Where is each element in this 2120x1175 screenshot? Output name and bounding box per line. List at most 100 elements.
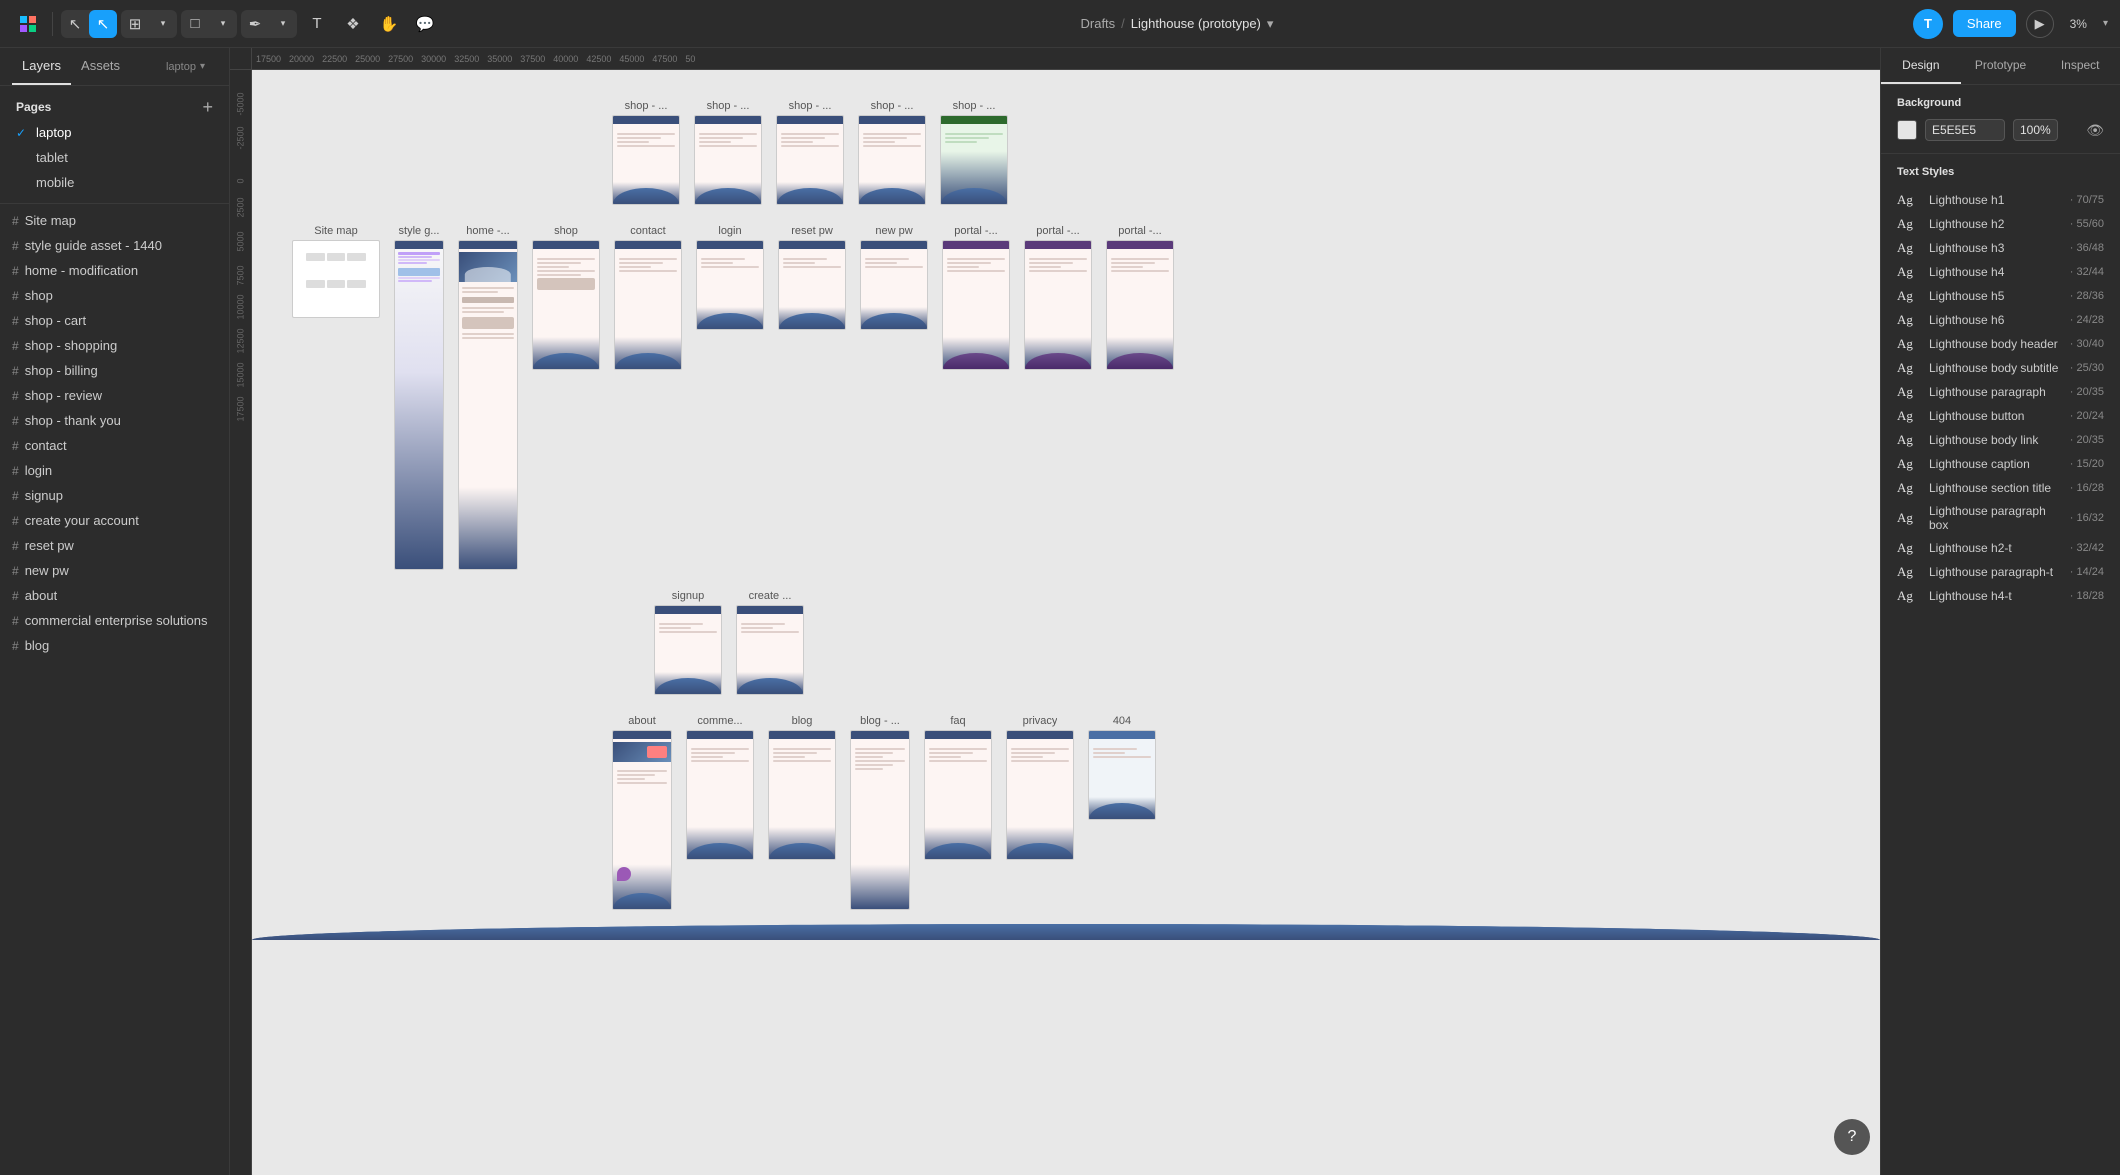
frame-thumb[interactable] bbox=[654, 605, 722, 695]
frame-shop[interactable]: shop bbox=[532, 225, 600, 370]
canvas-content[interactable]: shop - ... shop - ... bbox=[252, 70, 1880, 1175]
layer-item-signup[interactable]: # signup bbox=[0, 483, 229, 508]
frame-thumb[interactable] bbox=[858, 115, 926, 205]
frame-privacy[interactable]: privacy bbox=[1006, 715, 1074, 860]
add-page-button[interactable]: + bbox=[202, 98, 213, 116]
move-tool-button[interactable]: ↖ bbox=[89, 10, 117, 38]
figma-menu-button[interactable] bbox=[12, 8, 44, 40]
frame-home-modification[interactable]: home -... bbox=[458, 225, 518, 570]
layer-item-new-pw[interactable]: # new pw bbox=[0, 558, 229, 583]
layer-item-contact[interactable]: # contact bbox=[0, 433, 229, 458]
page-item-tablet[interactable]: ✓ tablet bbox=[0, 145, 229, 170]
select-tool-button[interactable]: ↖ bbox=[61, 10, 89, 38]
frame-thumb[interactable] bbox=[394, 240, 444, 570]
frame-signup[interactable]: signup bbox=[654, 590, 722, 695]
pen-tool-button[interactable]: ✒ bbox=[241, 10, 269, 38]
text-style-h3[interactable]: Ag Lighthouse h3 · 36/48 bbox=[1897, 236, 2104, 260]
layer-item-shop[interactable]: # shop bbox=[0, 283, 229, 308]
layer-item-login[interactable]: # login bbox=[0, 458, 229, 483]
layer-item-shop-shopping[interactable]: # shop - shopping bbox=[0, 333, 229, 358]
layer-item-reset-pw[interactable]: # reset pw bbox=[0, 533, 229, 558]
tab-prototype[interactable]: Prototype bbox=[1961, 48, 2041, 84]
tab-inspect[interactable]: Inspect bbox=[2040, 48, 2120, 84]
text-style-h1[interactable]: Ag Lighthouse h1 · 70/75 bbox=[1897, 188, 2104, 212]
layer-item-shop-cart[interactable]: # shop - cart bbox=[0, 308, 229, 333]
frame-thumb[interactable] bbox=[612, 730, 672, 910]
text-style-button[interactable]: Ag Lighthouse button · 20/24 bbox=[1897, 404, 2104, 428]
help-button[interactable]: ? bbox=[1834, 1119, 1870, 1155]
text-style-section-title[interactable]: Ag Lighthouse section title · 16/28 bbox=[1897, 476, 2104, 500]
text-style-h2[interactable]: Ag Lighthouse h2 · 55/60 bbox=[1897, 212, 2104, 236]
text-style-h4t[interactable]: Ag Lighthouse h4-t · 18/28 bbox=[1897, 584, 2104, 608]
frame-blog[interactable]: blog bbox=[768, 715, 836, 860]
text-style-body-header[interactable]: Ag Lighthouse body header · 30/40 bbox=[1897, 332, 2104, 356]
present-button[interactable]: ▶ bbox=[2026, 10, 2054, 38]
frame-shop-cart-v4[interactable]: shop - ... bbox=[858, 100, 926, 205]
frame-login[interactable]: login bbox=[696, 225, 764, 330]
frame-sitemap[interactable]: Site map bbox=[292, 225, 380, 318]
text-style-paragraph-t[interactable]: Ag Lighthouse paragraph-t · 14/24 bbox=[1897, 560, 2104, 584]
components-tool-button[interactable]: ❖ bbox=[337, 8, 369, 40]
text-style-h4[interactable]: Ag Lighthouse h4 · 32/44 bbox=[1897, 260, 2104, 284]
frame-tool-chevron[interactable]: ▾ bbox=[149, 10, 177, 38]
text-style-h6[interactable]: Ag Lighthouse h6 · 24/28 bbox=[1897, 308, 2104, 332]
frame-404[interactable]: 404 bbox=[1088, 715, 1156, 820]
background-hex-input[interactable] bbox=[1925, 119, 2005, 141]
layer-item-styleguide[interactable]: # style guide asset - 1440 bbox=[0, 233, 229, 258]
layer-item-home-mod[interactable]: # home - modification bbox=[0, 258, 229, 283]
frame-thumb[interactable] bbox=[612, 115, 680, 205]
frame-shop-cart-v1[interactable]: shop - ... bbox=[612, 100, 680, 205]
frame-thumb[interactable] bbox=[924, 730, 992, 860]
tab-assets[interactable]: Assets bbox=[71, 48, 130, 85]
tab-design[interactable]: Design bbox=[1881, 48, 1961, 84]
background-color-swatch[interactable] bbox=[1897, 120, 1917, 140]
page-item-laptop[interactable]: ✓ laptop bbox=[0, 120, 229, 145]
frame-thumb[interactable] bbox=[850, 730, 910, 910]
tab-layers[interactable]: Layers bbox=[12, 48, 71, 85]
frame-portal-3[interactable]: portal -... bbox=[1106, 225, 1174, 370]
layer-item-sitemap[interactable]: # Site map bbox=[0, 208, 229, 233]
shape-tool-button[interactable]: □ bbox=[181, 10, 209, 38]
frame-portal-1[interactable]: portal -... bbox=[942, 225, 1010, 370]
shape-tool-chevron[interactable]: ▾ bbox=[209, 10, 237, 38]
hand-tool-button[interactable]: ✋ bbox=[373, 8, 405, 40]
pen-tool-chevron[interactable]: ▾ bbox=[269, 10, 297, 38]
frame-thumb[interactable] bbox=[686, 730, 754, 860]
text-style-caption[interactable]: Ag Lighthouse caption · 15/20 bbox=[1897, 452, 2104, 476]
frame-thumb[interactable] bbox=[1024, 240, 1092, 370]
text-style-h2t[interactable]: Ag Lighthouse h2-t · 32/42 bbox=[1897, 536, 2104, 560]
frame-about[interactable]: about bbox=[612, 715, 672, 910]
layer-item-create-account[interactable]: # create your account bbox=[0, 508, 229, 533]
frame-commercial[interactable]: comme... bbox=[686, 715, 754, 860]
frame-style-guide[interactable]: style g... bbox=[394, 225, 444, 570]
layer-item-shop-billing[interactable]: # shop - billing bbox=[0, 358, 229, 383]
layer-item-commercial[interactable]: # commercial enterprise solutions bbox=[0, 608, 229, 633]
project-title[interactable]: Lighthouse (prototype) bbox=[1131, 16, 1261, 31]
text-style-paragraph[interactable]: Ag Lighthouse paragraph · 20/35 bbox=[1897, 380, 2104, 404]
frame-thumb[interactable] bbox=[778, 240, 846, 330]
frame-shop-cart-v3[interactable]: shop - ... bbox=[776, 100, 844, 205]
frame-new-pw[interactable]: new pw bbox=[860, 225, 928, 330]
frame-thumb[interactable] bbox=[736, 605, 804, 695]
visibility-toggle-button[interactable]: 👁 bbox=[2086, 122, 2104, 139]
frame-thumb[interactable] bbox=[776, 115, 844, 205]
frame-thumb[interactable] bbox=[694, 115, 762, 205]
layer-item-about[interactable]: # about bbox=[0, 583, 229, 608]
share-button[interactable]: Share bbox=[1953, 10, 2016, 37]
frame-blog-post[interactable]: blog - ... bbox=[850, 715, 910, 910]
comment-tool-button[interactable]: 💬 bbox=[409, 8, 441, 40]
frame-shop-cart-v5[interactable]: shop - ... bbox=[940, 100, 1008, 205]
frame-contact[interactable]: contact bbox=[614, 225, 682, 370]
layer-item-blog[interactable]: # blog bbox=[0, 633, 229, 658]
frame-reset-pw[interactable]: reset pw bbox=[778, 225, 846, 330]
frame-shop-cart-v2[interactable]: shop - ... bbox=[694, 100, 762, 205]
page-item-mobile[interactable]: ✓ mobile bbox=[0, 170, 229, 195]
text-style-body-subtitle[interactable]: Ag Lighthouse body subtitle · 25/30 bbox=[1897, 356, 2104, 380]
frame-thumb[interactable] bbox=[940, 115, 1008, 205]
zoom-level[interactable]: 3% bbox=[2064, 13, 2093, 35]
frame-thumb[interactable] bbox=[614, 240, 682, 370]
frame-thumb[interactable] bbox=[458, 240, 518, 570]
title-chevron-icon[interactable]: ▾ bbox=[1267, 16, 1274, 32]
frame-faq[interactable]: faq bbox=[924, 715, 992, 860]
background-opacity-input[interactable] bbox=[2013, 119, 2058, 141]
